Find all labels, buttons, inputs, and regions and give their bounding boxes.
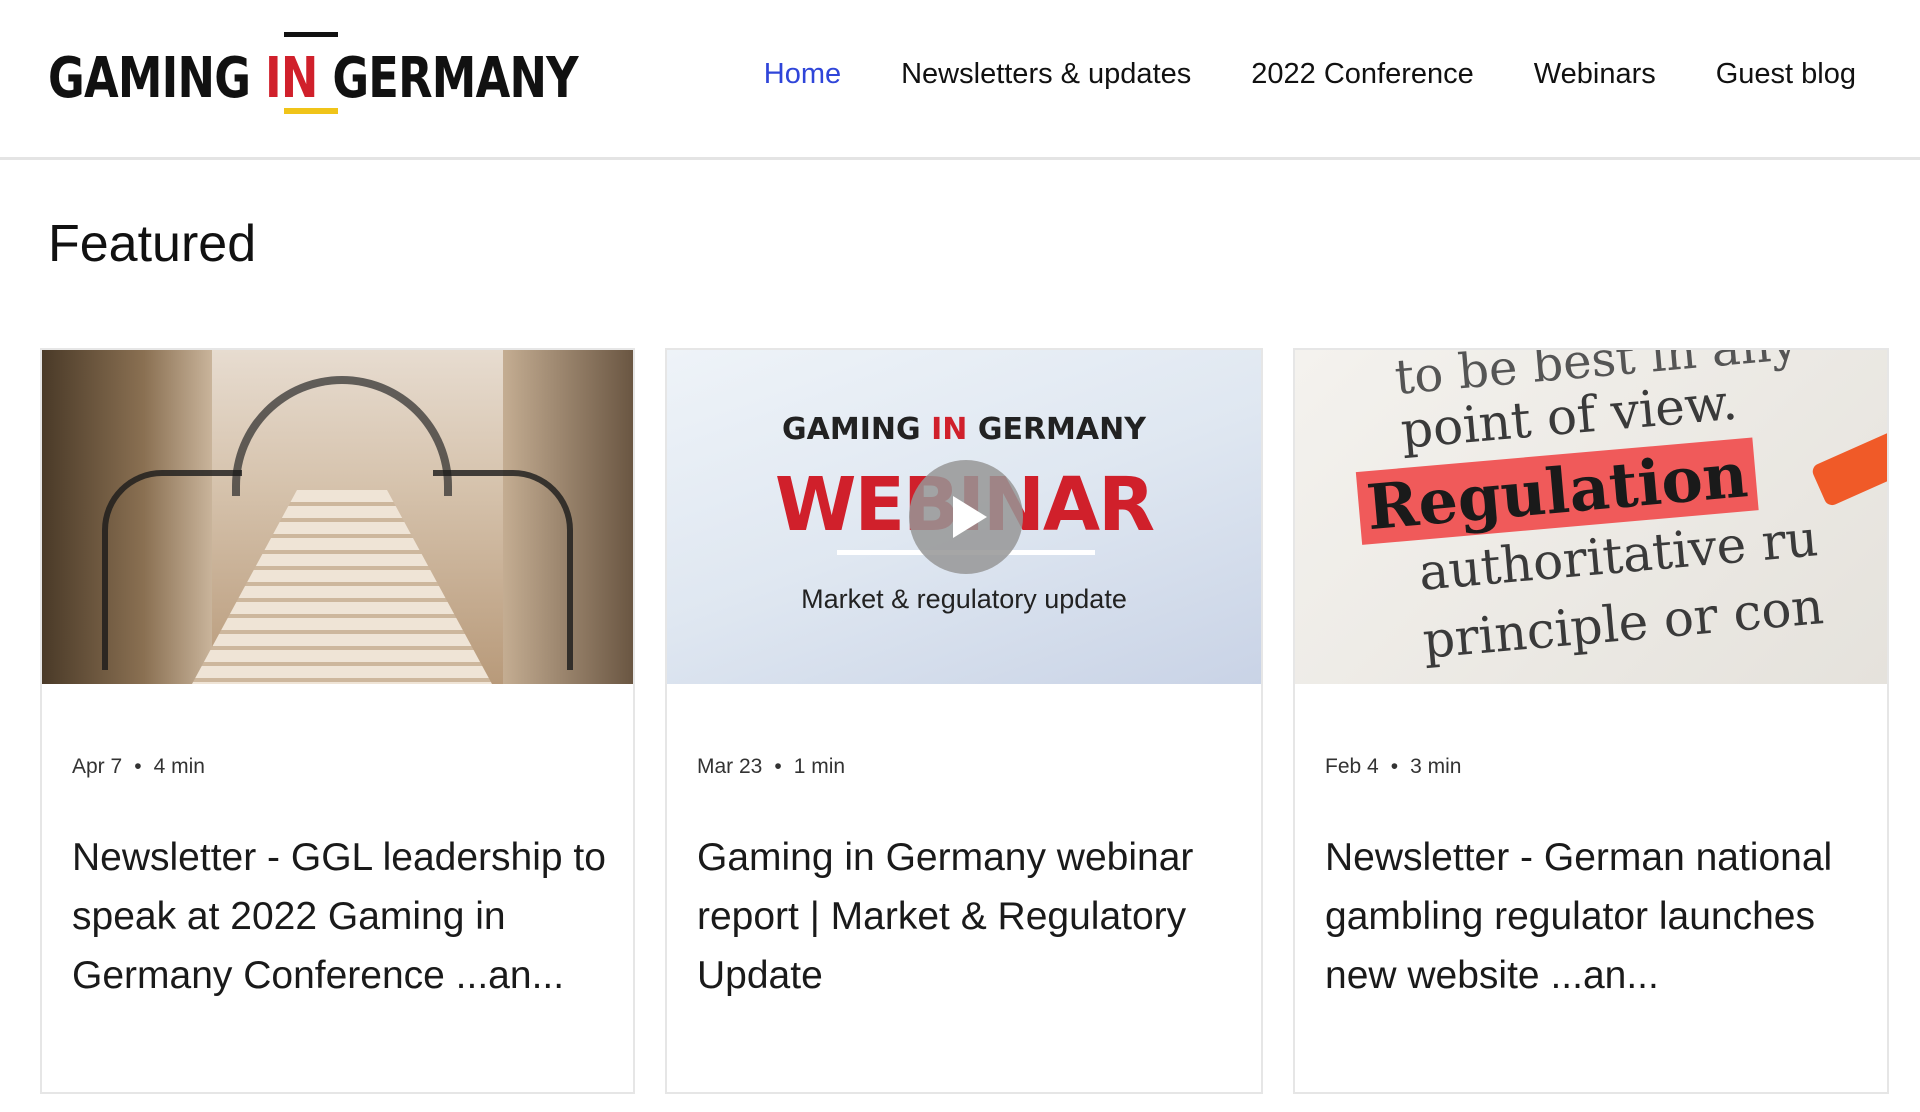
post-meta: Apr 7 • 4 min [72,755,205,779]
post-title[interactable]: Gaming in Germany webinar report | Marke… [697,828,1235,1005]
play-icon[interactable] [909,460,1023,574]
nav-guest-blog[interactable]: Guest blog [1716,58,1856,91]
nav-webinars[interactable]: Webinars [1534,58,1656,91]
post-read-time: 4 min [153,755,205,778]
post-title[interactable]: Newsletter - German national gambling re… [1325,828,1861,1005]
post-image-webinar[interactable]: GAMING IN GERMANY WEBINAR Market & regul… [667,350,1261,684]
featured-heading: Featured [48,215,257,273]
logo-gold-bar [284,108,338,114]
webinar-subtitle: Market & regulatory update [801,584,1127,614]
site-header: GAMING IN GERMANY Home Newsletters & upd… [0,0,1920,160]
logo-black-bar [284,32,338,37]
post-meta: Mar 23 • 1 min [697,755,845,779]
logo-text: GAMING IN GERMANY [48,46,579,111]
featured-post-card[interactable]: to be best in any point of view. Regulat… [1293,348,1889,1094]
main-nav: Home Newsletters & updates 2022 Conferen… [764,58,1856,91]
nav-2022-conference[interactable]: 2022 Conference [1251,58,1474,91]
logo-in: IN [264,46,318,111]
post-meta: Feb 4 • 3 min [1325,755,1461,779]
post-read-time: 3 min [1410,755,1462,778]
logo-gaming: GAMING [48,46,251,111]
nav-home[interactable]: Home [764,58,841,91]
highlighter-marker [1810,428,1887,508]
logo-germany: GERMANY [332,46,578,111]
webinar-logo-gaming: GAMING [782,412,921,447]
meta-separator: • [774,755,782,778]
image-detail-arch [232,376,452,496]
post-image-regulation[interactable]: to be best in any point of view. Regulat… [1295,350,1887,684]
image-detail-rail-left [102,470,242,670]
meta-separator: • [1390,755,1399,778]
webinar-logo-in: IN [931,412,968,447]
featured-post-card[interactable]: Apr 7 • 4 min Newsletter - GGL leadership … [40,348,635,1094]
post-date: Apr 7 [72,755,123,778]
webinar-logo-germany: GERMANY [977,412,1146,447]
featured-post-card[interactable]: GAMING IN GERMANY WEBINAR Market & regul… [665,348,1263,1094]
post-read-time: 1 min [793,755,846,778]
post-image-staircase[interactable] [42,350,633,684]
nav-newsletters[interactable]: Newsletters & updates [901,58,1191,91]
image-detail-rail-right [433,470,573,670]
post-title[interactable]: Newsletter - GGL leadership to speak at … [72,828,607,1005]
post-date: Mar 23 [697,755,763,778]
webinar-logo: GAMING IN GERMANY [667,412,1261,447]
meta-separator: • [134,755,142,778]
post-date: Feb 4 [1325,755,1379,778]
